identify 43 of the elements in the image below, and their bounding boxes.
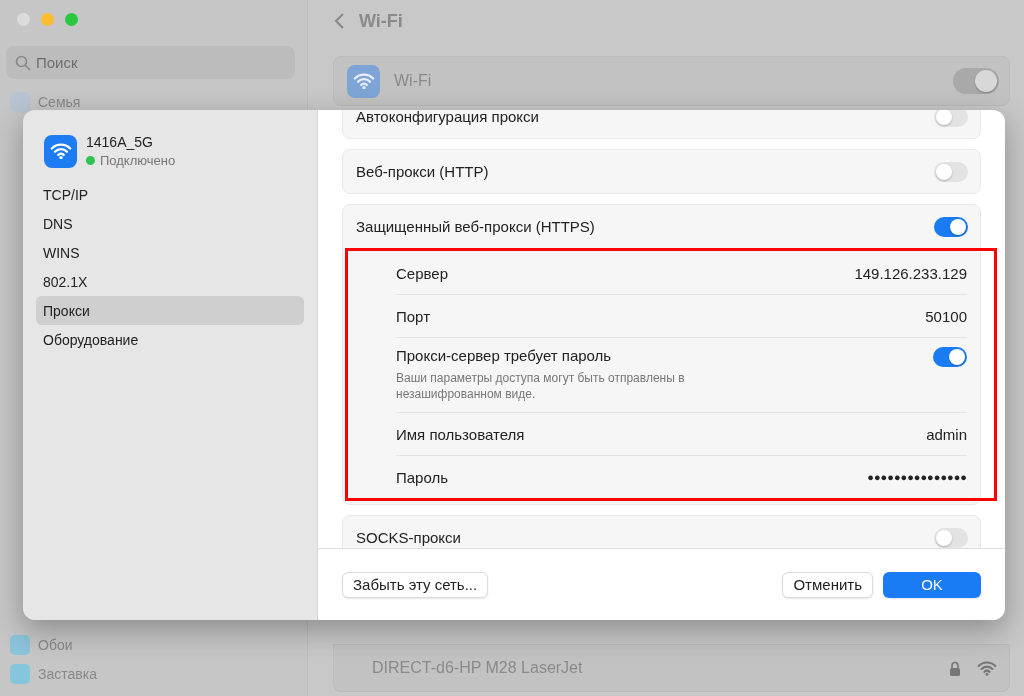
search-field[interactable]: Поиск xyxy=(6,46,295,79)
back-chevron-icon[interactable] xyxy=(333,12,345,30)
field-label: Пароль xyxy=(396,468,449,486)
proxy-label: SOCKS-прокси xyxy=(356,529,461,546)
proxy-label: Веб-прокси (HTTP) xyxy=(356,163,489,180)
nav-item[interactable]: Прокси xyxy=(36,296,304,325)
field-value: 149.126.233.129 xyxy=(854,264,967,282)
proxy-label: Автоконфигурация прокси xyxy=(356,110,539,125)
toggle-switch[interactable] xyxy=(934,161,968,182)
nav-item[interactable]: TCP/IP xyxy=(36,180,304,209)
nav-item[interactable]: WINS xyxy=(36,238,304,267)
toggle-switch[interactable] xyxy=(934,110,968,127)
network-name: 1416A_5G xyxy=(86,134,154,150)
field-label: Сервер xyxy=(396,264,448,282)
field-label: Порт xyxy=(396,307,430,325)
warning-note: Ваши параметры доступа могут быть отправлены в незашифрованном виде. xyxy=(396,370,686,402)
search-icon xyxy=(15,55,31,71)
zoom-window-button[interactable] xyxy=(65,13,78,26)
network-name: DIRECT-d6-HP M28 LaserJet xyxy=(372,659,584,677)
status-dot xyxy=(86,156,95,165)
field-label: Прокси-сервер требует пароль xyxy=(396,347,613,364)
nav-item[interactable]: Оборудование xyxy=(36,325,304,354)
password-value: ●●●●●●●●●●●●●●● xyxy=(867,471,967,483)
field-value: admin xyxy=(926,425,967,443)
nav-item[interactable]: 802.1X xyxy=(36,267,304,296)
dialog-button[interactable]: Забыть эту сеть... xyxy=(342,571,489,598)
dialog-button[interactable]: Отменить xyxy=(782,571,873,598)
wifi-symbol xyxy=(49,142,72,160)
toggle-switch[interactable] xyxy=(934,216,968,237)
field-value: 50100 xyxy=(925,307,967,325)
connection-status: Подключено xyxy=(86,153,176,168)
field-label: Имя пользователя xyxy=(396,425,525,443)
nav-item[interactable]: DNS xyxy=(36,209,304,238)
minimize-window-button[interactable] xyxy=(41,13,54,26)
toggle-switch[interactable] xyxy=(953,68,999,94)
proxy-label: Защищенный веб-прокси (HTTPS) xyxy=(356,218,595,235)
wifi-symbol xyxy=(352,72,375,90)
toggle-switch[interactable] xyxy=(934,527,968,548)
wifi-label: Wi-Fi xyxy=(394,72,433,90)
toggle-switch[interactable] xyxy=(933,347,967,367)
page-title: Wi-Fi xyxy=(359,10,403,32)
wifi-icon xyxy=(977,660,997,676)
ok-button[interactable]: OK xyxy=(883,571,981,598)
